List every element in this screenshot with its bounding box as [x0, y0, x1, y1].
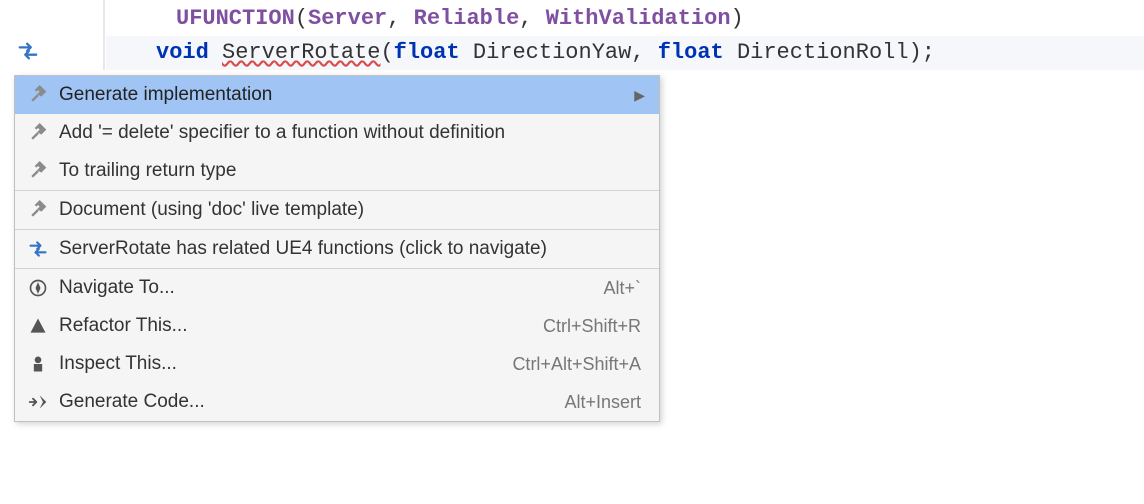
menu-shortcut: Alt+Insert	[564, 392, 647, 413]
menu-section-2: Document (using 'doc' live template)	[15, 191, 659, 230]
menu-item-generate-implementation[interactable]: Generate implementation ▶	[15, 76, 659, 114]
swap-icon[interactable]	[17, 40, 39, 62]
compass-icon	[27, 277, 49, 299]
menu-section-1: Generate implementation ▶ Add '= delete'…	[15, 76, 659, 191]
menu-item-refactor-this[interactable]: Refactor This... Ctrl+Shift+R	[15, 307, 659, 345]
macro-name: UFUNCTION	[176, 6, 295, 31]
gutter	[0, 0, 105, 70]
code-editor: UFUNCTION(Server, Reliable, WithValidati…	[0, 0, 1144, 70]
generate-icon	[27, 391, 49, 413]
menu-label: Document (using 'doc' live template)	[59, 199, 647, 221]
menu-item-navigate-to[interactable]: Navigate To... Alt+`	[15, 269, 659, 307]
menu-section-3: ServerRotate has related UE4 functions (…	[15, 230, 659, 269]
code-area[interactable]: UFUNCTION(Server, Reliable, WithValidati…	[106, 0, 1144, 70]
menu-label: Inspect This...	[59, 353, 512, 375]
hammer-icon	[27, 199, 49, 221]
menu-label: ServerRotate has related UE4 functions (…	[59, 238, 647, 260]
menu-label: Navigate To...	[59, 277, 603, 299]
menu-label: Generate implementation	[59, 84, 634, 106]
code-line-1: UFUNCTION(Server, Reliable, WithValidati…	[106, 2, 1144, 36]
menu-item-document[interactable]: Document (using 'doc' live template)	[15, 191, 659, 229]
menu-section-4: Navigate To... Alt+` Refactor This... Ct…	[15, 269, 659, 421]
hammer-icon	[27, 84, 49, 106]
menu-label: To trailing return type	[59, 160, 647, 182]
inspect-icon	[27, 353, 49, 375]
code-line-2: void ServerRotate(float DirectionYaw, fl…	[106, 36, 1144, 70]
menu-item-related-ue4[interactable]: ServerRotate has related UE4 functions (…	[15, 230, 659, 268]
function-name: ServerRotate	[222, 40, 380, 65]
menu-item-generate-code[interactable]: Generate Code... Alt+Insert	[15, 383, 659, 421]
menu-shortcut: Ctrl+Alt+Shift+A	[512, 354, 647, 375]
swap-icon	[27, 238, 49, 260]
menu-item-inspect-this[interactable]: Inspect This... Ctrl+Alt+Shift+A	[15, 345, 659, 383]
hammer-icon	[27, 122, 49, 144]
menu-label: Refactor This...	[59, 315, 543, 337]
menu-label: Add '= delete' specifier to a function w…	[59, 122, 647, 144]
menu-item-add-delete-specifier[interactable]: Add '= delete' specifier to a function w…	[15, 114, 659, 152]
menu-shortcut: Alt+`	[603, 278, 647, 299]
menu-shortcut: Ctrl+Shift+R	[543, 316, 647, 337]
chevron-right-icon: ▶	[634, 87, 647, 104]
menu-label: Generate Code...	[59, 391, 564, 413]
context-menu: Generate implementation ▶ Add '= delete'…	[14, 75, 660, 422]
hammer-icon	[27, 160, 49, 182]
menu-item-trailing-return[interactable]: To trailing return type	[15, 152, 659, 190]
triangle-icon	[27, 315, 49, 337]
